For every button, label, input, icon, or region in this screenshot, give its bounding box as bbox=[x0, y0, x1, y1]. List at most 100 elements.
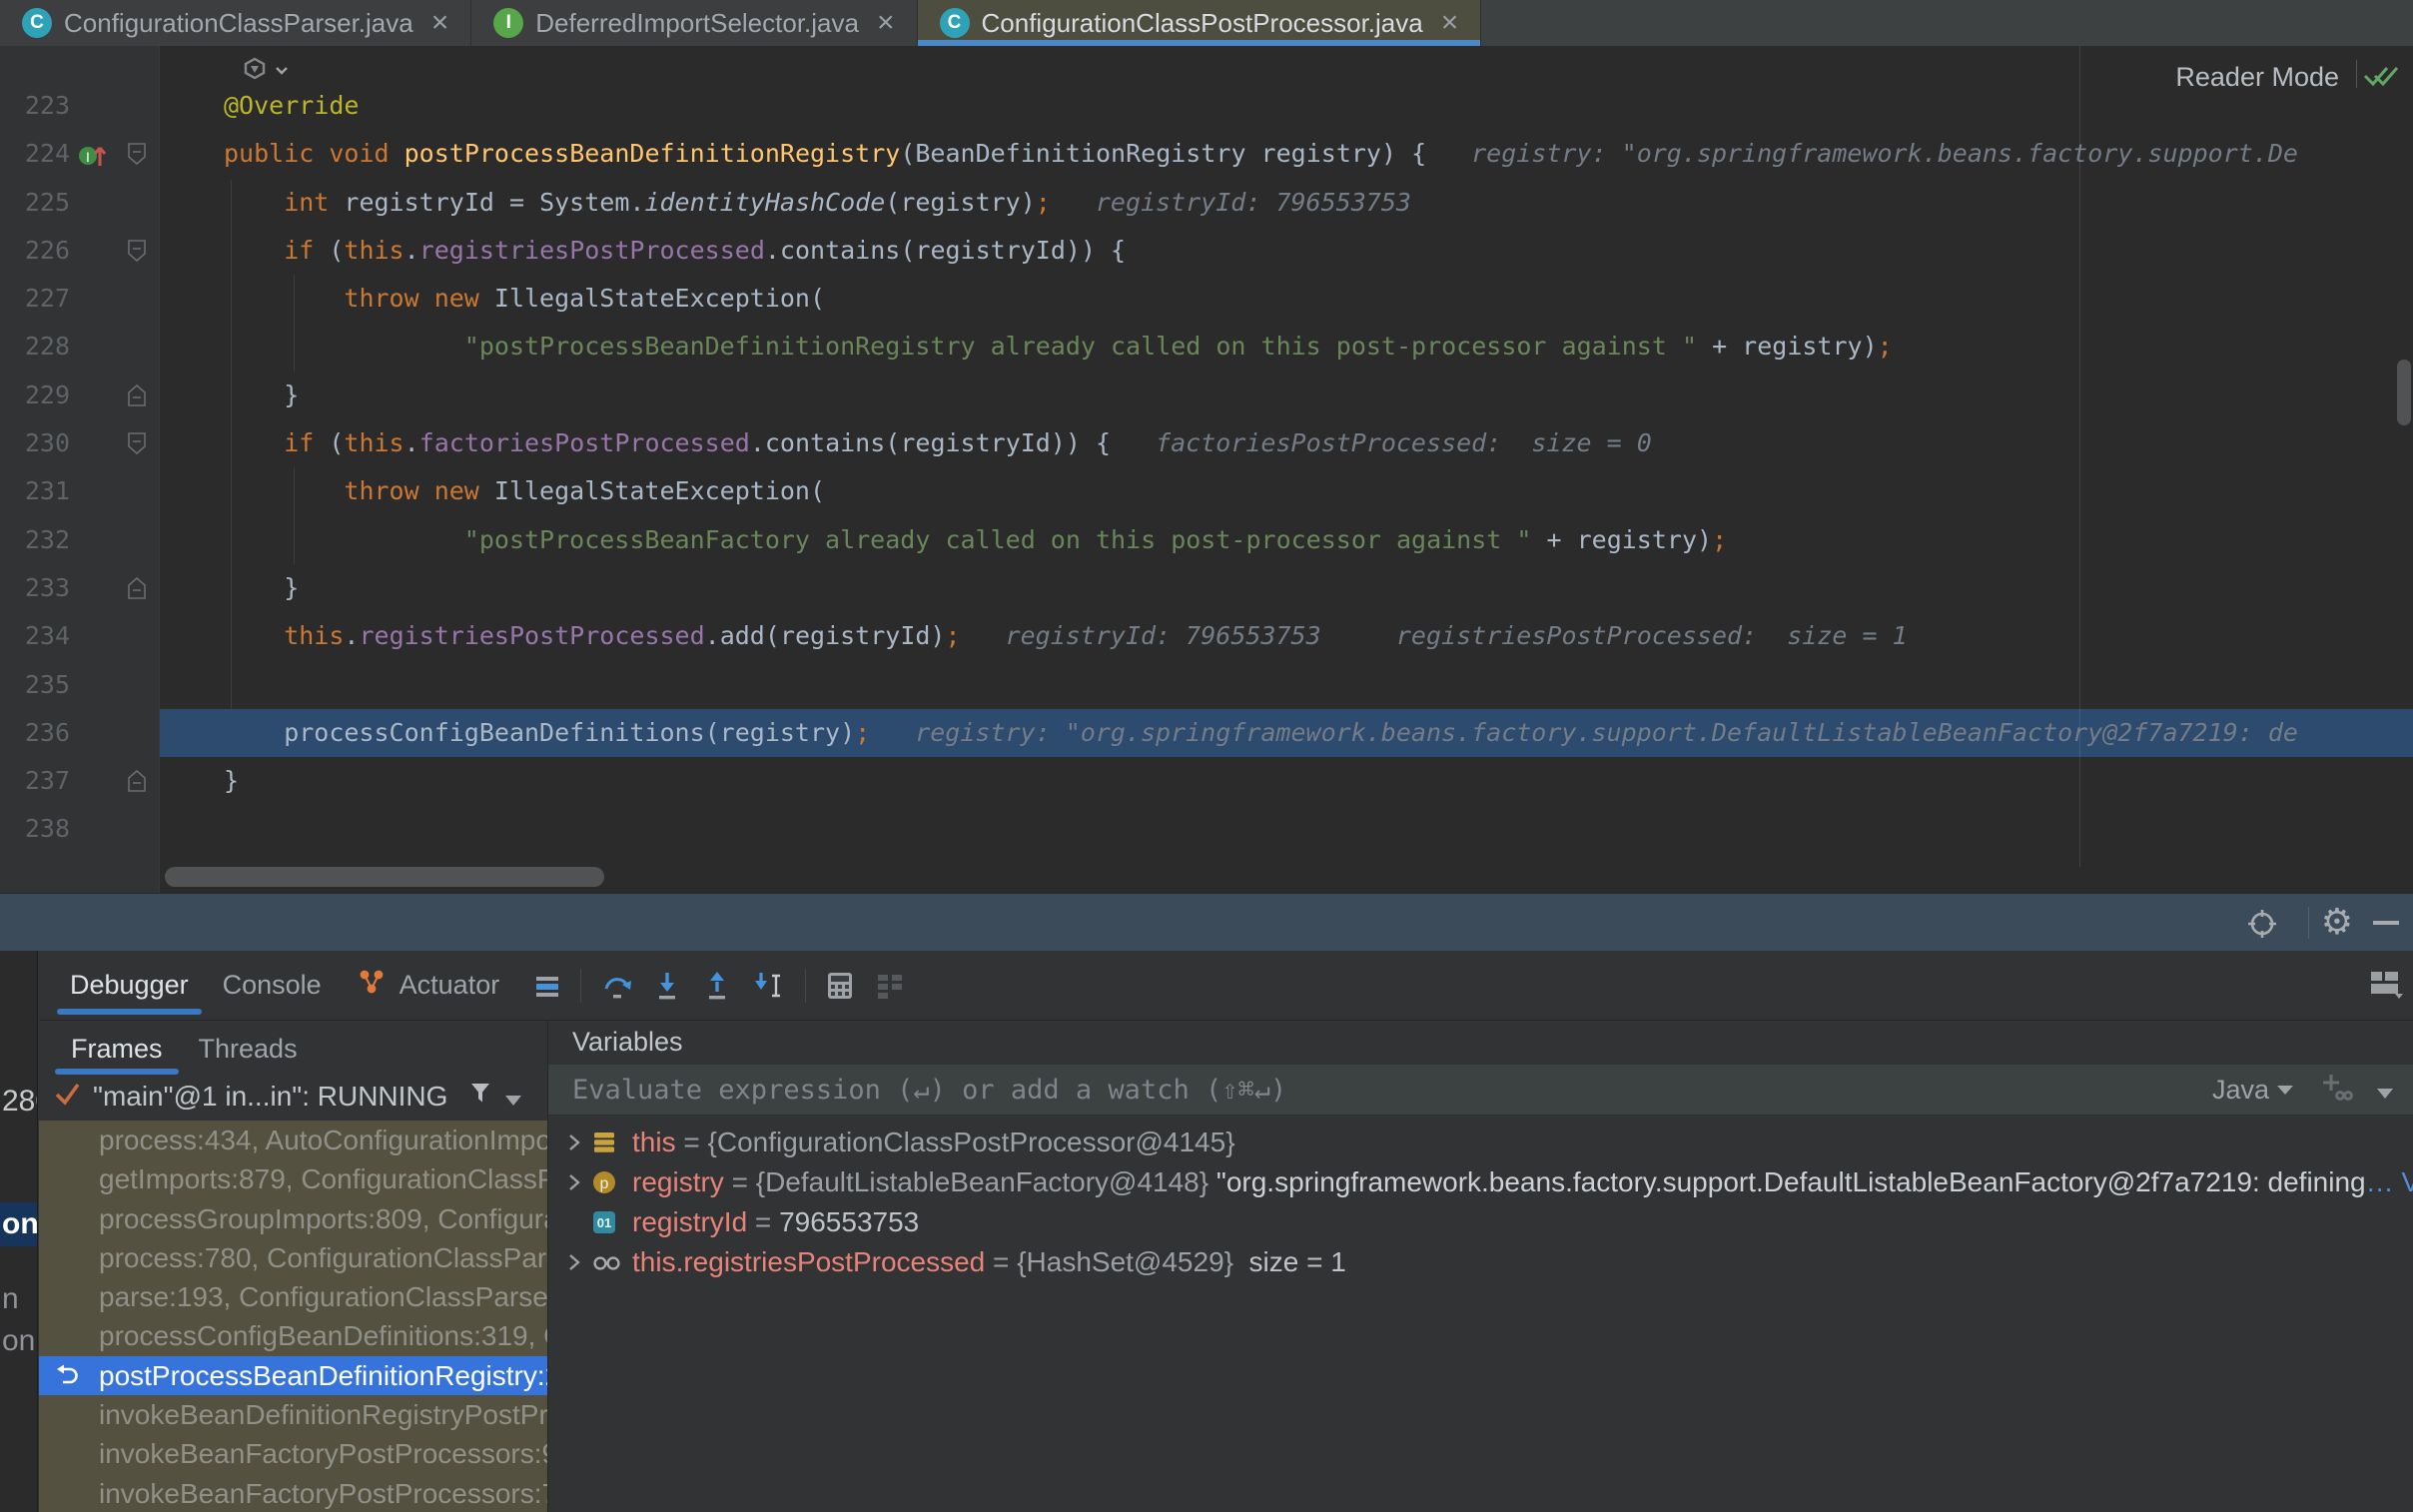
tab-actuator[interactable]: Actuator bbox=[339, 951, 517, 1020]
gutter-line-236[interactable]: 236 bbox=[0, 709, 160, 757]
expand-chevron-icon[interactable] bbox=[562, 1171, 584, 1193]
stack-frame[interactable]: parse:193, ConfigurationClassParser bbox=[39, 1277, 547, 1316]
code-text[interactable]: public void postProcessBeanDefinitionReg… bbox=[160, 130, 2413, 178]
code-line-235[interactable]: 235 bbox=[0, 661, 2413, 709]
variable-row[interactable]: pregistry = {DefaultListableBeanFactory@… bbox=[548, 1162, 2413, 1202]
fold-region-end-icon[interactable] bbox=[126, 769, 148, 793]
code-line-231[interactable]: 231throw new IllegalStateException( bbox=[0, 467, 2413, 515]
stack-frame[interactable]: postProcessBeanDefinitionRegistry:2 bbox=[39, 1356, 547, 1395]
stack-frame[interactable]: process:434, AutoConfigurationImpo bbox=[39, 1121, 547, 1159]
close-tab-icon[interactable]: × bbox=[431, 8, 449, 38]
code-line-227[interactable]: 227throw new IllegalStateException( bbox=[0, 275, 2413, 323]
gutter-line-232[interactable]: 232 bbox=[0, 516, 160, 564]
stack-frame[interactable]: getImports:879, ConfigurationClassPa bbox=[39, 1159, 547, 1198]
editor-tab[interactable]: CConfigurationClassPostProcessor.java× bbox=[918, 0, 1482, 46]
code-line-224[interactable]: 224Ipublic void postProcessBeanDefinitio… bbox=[0, 130, 2413, 178]
code-line-233[interactable]: 233} bbox=[0, 564, 2413, 612]
tab-frames[interactable]: Frames bbox=[53, 1021, 181, 1077]
vertical-scrollbar[interactable] bbox=[2397, 360, 2411, 425]
variable-row[interactable]: this = {ConfigurationClassPostProcessor@… bbox=[548, 1123, 2413, 1162]
code-text[interactable]: processConfigBeanDefinitions(registry);r… bbox=[160, 709, 2413, 757]
code-text[interactable]: throw new IllegalStateException( bbox=[160, 467, 2413, 515]
gutter-line-226[interactable]: 226 bbox=[0, 227, 160, 275]
gutter-line-227[interactable]: 227 bbox=[0, 275, 160, 323]
overrides-method-icon[interactable]: I bbox=[76, 139, 108, 171]
run-to-cursor-icon[interactable] bbox=[749, 968, 789, 1004]
code-text[interactable]: this.registriesPostProcessed.add(registr… bbox=[160, 612, 2413, 660]
gutter-line-238[interactable]: 238 bbox=[0, 805, 160, 853]
fold-region-icon[interactable] bbox=[126, 431, 148, 455]
gutter-line-224[interactable]: 224I bbox=[0, 130, 160, 178]
view-link[interactable]: … View bbox=[2366, 1166, 2413, 1198]
code-text[interactable]: if (this.factoriesPostProcessed.contains… bbox=[160, 419, 2413, 467]
code-editor[interactable]: 223@Override224Ipublic void postProcessB… bbox=[0, 46, 2413, 893]
focus-target-icon[interactable] bbox=[2245, 907, 2279, 946]
gutter-line-225[interactable]: 225 bbox=[0, 179, 160, 227]
stack-frame[interactable]: process:780, ConfigurationClassPars bbox=[39, 1238, 547, 1277]
horizontal-scrollbar[interactable] bbox=[165, 867, 604, 887]
stack-frame[interactable]: processConfigBeanDefinitions:319, C bbox=[39, 1316, 547, 1355]
fold-region-end-icon[interactable] bbox=[126, 383, 148, 407]
filter-funnel-icon[interactable] bbox=[465, 1079, 495, 1116]
gutter-line-231[interactable]: 231 bbox=[0, 467, 160, 515]
view-options-icon[interactable] bbox=[530, 969, 564, 1003]
code-text[interactable]: "postProcessBeanFactory already called o… bbox=[160, 516, 2413, 564]
stack-frame[interactable]: invokeBeanDefinitionRegistryPostPro bbox=[39, 1395, 547, 1434]
code-line-228[interactable]: 228"postProcessBeanDefinitionRegistry al… bbox=[0, 323, 2413, 371]
inspections-ok-icon[interactable] bbox=[2361, 58, 2405, 97]
layout-dimmed-icon[interactable] bbox=[872, 968, 908, 1004]
code-line-225[interactable]: 225int registryId = System.identityHashC… bbox=[0, 179, 2413, 227]
fold-region-icon[interactable] bbox=[126, 142, 148, 166]
evaluate-expression-icon[interactable] bbox=[822, 968, 858, 1004]
stack-frame[interactable]: processGroupImports:809, Configura bbox=[39, 1199, 547, 1238]
code-text[interactable] bbox=[160, 805, 2413, 853]
code-line-238[interactable]: 238 bbox=[0, 805, 2413, 853]
editor-tab[interactable]: IDeferredImportSelector.java× bbox=[471, 0, 917, 46]
code-text[interactable]: } bbox=[160, 757, 2413, 805]
fold-region-end-icon[interactable] bbox=[126, 576, 148, 600]
step-into-icon[interactable] bbox=[649, 968, 685, 1004]
code-text[interactable]: } bbox=[160, 564, 2413, 612]
reader-mode-label[interactable]: Reader Mode bbox=[2175, 62, 2339, 93]
code-text[interactable]: if (this.registriesPostProcessed.contain… bbox=[160, 227, 2413, 275]
fold-region-icon[interactable] bbox=[126, 239, 148, 263]
editor-tab[interactable]: CConfigurationClassParser.java× bbox=[0, 0, 471, 46]
tab-console[interactable]: Console bbox=[206, 951, 339, 1020]
code-line-230[interactable]: 230if (this.factoriesPostProcessed.conta… bbox=[0, 419, 2413, 467]
thread-selector[interactable]: "main"@1 in...in": RUNNING bbox=[39, 1077, 547, 1117]
close-tab-icon[interactable]: × bbox=[877, 8, 895, 38]
variable-row[interactable]: 01registryId = 796553753 bbox=[548, 1202, 2413, 1242]
gutter-line-233[interactable]: 233 bbox=[0, 564, 160, 612]
code-line-236[interactable]: 236processConfigBeanDefinitions(registry… bbox=[0, 709, 2413, 757]
code-text[interactable]: throw new IllegalStateException( bbox=[160, 275, 2413, 323]
code-line-226[interactable]: 226if (this.registriesPostProcessed.cont… bbox=[0, 227, 2413, 275]
gutter-line-230[interactable]: 230 bbox=[0, 419, 160, 467]
expand-chevron-icon[interactable] bbox=[562, 1132, 584, 1153]
watches-dropdown-icon[interactable] bbox=[2377, 1075, 2393, 1106]
stack-frame[interactable]: invokeBeanFactoryPostProcessors:70 bbox=[39, 1474, 547, 1512]
code-text[interactable] bbox=[160, 661, 2413, 709]
code-line-234[interactable]: 234this.registriesPostProcessed.add(regi… bbox=[0, 612, 2413, 660]
code-line-229[interactable]: 229} bbox=[0, 372, 2413, 419]
layout-settings-icon[interactable] bbox=[2365, 965, 2405, 1006]
evaluate-expression-input[interactable]: Evaluate expression (↵) or add a watch (… bbox=[548, 1064, 2413, 1116]
tab-threads[interactable]: Threads bbox=[181, 1021, 316, 1077]
add-watch-icon[interactable] bbox=[2317, 1069, 2353, 1112]
gutter-line-234[interactable]: 234 bbox=[0, 612, 160, 660]
step-out-icon[interactable] bbox=[699, 968, 735, 1004]
expand-chevron-icon[interactable] bbox=[562, 1251, 584, 1273]
code-text[interactable]: } bbox=[160, 372, 2413, 419]
gutter-line-228[interactable]: 228 bbox=[0, 323, 160, 371]
close-tab-icon[interactable]: × bbox=[1441, 8, 1459, 38]
gutter-line-235[interactable]: 235 bbox=[0, 661, 160, 709]
tab-debugger[interactable]: Debugger bbox=[53, 951, 206, 1020]
gutter-line-237[interactable]: 237 bbox=[0, 757, 160, 805]
code-text[interactable]: "postProcessBeanDefinitionRegistry alrea… bbox=[160, 323, 2413, 371]
code-line-232[interactable]: 232"postProcessBeanFactory already calle… bbox=[0, 516, 2413, 564]
variable-row[interactable]: this.registriesPostProcessed = {HashSet@… bbox=[548, 1242, 2413, 1282]
hide-panel-icon[interactable] bbox=[2373, 907, 2399, 925]
code-line-237[interactable]: 237} bbox=[0, 757, 2413, 805]
stack-frame[interactable]: invokeBeanFactoryPostProcessors:96 bbox=[39, 1434, 547, 1473]
gear-icon[interactable]: ⚙ bbox=[2321, 907, 2353, 939]
gutter-line-229[interactable]: 229 bbox=[0, 372, 160, 419]
